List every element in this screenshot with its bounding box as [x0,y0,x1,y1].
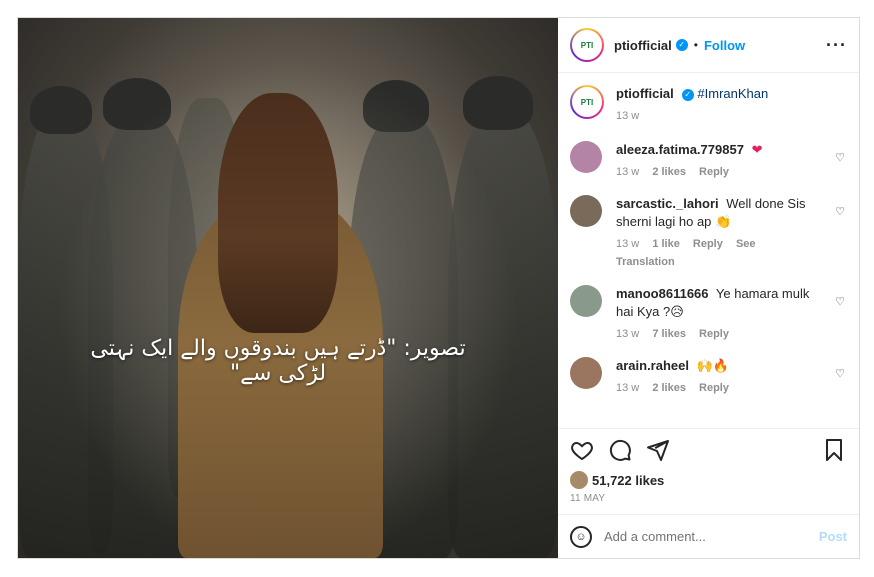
likes-row[interactable]: 51,722 likes [570,471,847,489]
comment-meta: 13 w 2 likes Reply [616,379,816,397]
commenter-avatar[interactable] [570,195,602,227]
caption-body: ptiofficial ✓ #ImranKhan 13 w [616,85,816,125]
commenter-avatar[interactable] [570,285,602,317]
more-horizontal-icon[interactable]: ··· [826,35,847,56]
caption-meta: 13 w [616,107,816,125]
comment-time: 13 w [616,166,640,178]
comments-list[interactable]: PTI ptiofficial ✓ #ImranKhan 13 w aleeza.… [558,73,859,428]
comment-item: manoo8611666 Ye hamara mulk hai Kya ?😥 1… [570,285,847,343]
hashtag-link[interactable]: #ImranKhan [697,86,768,101]
pti-logo-icon: PTI [572,87,602,117]
comment-likes[interactable]: 2 likes [652,382,686,394]
comment-username[interactable]: aleeza.fatima.779857 [616,142,744,157]
comment-like-heart-icon[interactable]: ♡ [835,151,845,164]
likes-count[interactable]: 51,722 likes [592,473,664,488]
comment-body: aleeza.fatima.779857 ❤ 13 w 2 likes Repl… [616,141,816,181]
comment-item: aleeza.fatima.779857 ❤ 13 w 2 likes Repl… [570,141,847,181]
comment-input[interactable] [604,529,819,544]
emoji-icon[interactable]: ☺ [570,525,592,548]
comment-like-heart-icon[interactable]: ♡ [835,295,845,308]
image-overlay-text: تصویر: "ڈرتے ہیں بندوقوں والے ایک نہتی ل… [90,336,466,386]
comment-item: arain.raheel 🙌🔥 13 w 2 likes Reply ♡ [570,357,847,397]
post-comment-button[interactable]: Post [819,529,847,544]
action-icons-row [570,437,847,467]
avatar[interactable]: PTI [570,85,604,119]
add-comment-bar: ☺ Post [558,514,859,558]
liker-avatar [570,471,588,489]
comment-text: 🙌🔥 [696,358,729,373]
comment-body: manoo8611666 Ye hamara mulk hai Kya ?😥 1… [616,285,816,343]
comment-likes[interactable]: 7 likes [652,328,686,340]
commenter-avatar[interactable] [570,357,602,389]
comment-username[interactable]: manoo8611666 [616,286,709,301]
comment-like-heart-icon[interactable]: ♡ [835,367,845,380]
comment-username[interactable]: sarcastic._lahori [616,196,719,211]
comment-body: sarcastic._lahori Well done Sis sherni l… [616,195,816,271]
separator-dot: • [693,38,698,52]
comment-time: 13 w [616,238,640,250]
follow-button[interactable]: Follow [704,38,745,53]
heart-icon[interactable] [570,438,594,466]
pti-logo-icon: PTI [572,30,602,60]
reply-button[interactable]: Reply [693,238,723,250]
reply-button[interactable]: Reply [699,166,729,178]
post-side-panel: PTI ptiofficial ✓ • Follow ··· PTI ptiof… [558,18,859,558]
comment-item: sarcastic._lahori Well done Sis sherni l… [570,195,847,271]
comment-meta: 13 w 2 likes Reply [616,163,816,181]
reply-button[interactable]: Reply [699,382,729,394]
caption: PTI ptiofficial ✓ #ImranKhan 13 w [570,85,847,125]
post-date: 11 MAY [570,493,606,504]
comment-username[interactable]: arain.raheel [616,358,689,373]
comment-body: arain.raheel 🙌🔥 13 w 2 likes Reply [616,357,816,397]
comment-time: 13 w [616,328,640,340]
caption-username[interactable]: ptiofficial [616,86,674,101]
post-image[interactable]: تصویر: "ڈرتے ہیں بندوقوں والے ایک نہتی ل… [18,18,558,558]
comment-meta: 13 w 7 likes Reply [616,325,816,343]
comment-likes[interactable]: 1 like [652,238,680,250]
comment-icon[interactable] [608,438,632,466]
woman-hair [218,93,338,333]
avatar[interactable]: PTI [570,28,604,62]
post-card: تصویر: "ڈرتے ہیں بندوقوں والے ایک نہتی ل… [17,17,860,559]
comment-meta: 13 w 1 like Reply See Translation [616,235,816,271]
post-header: PTI ptiofficial ✓ • Follow ··· [558,18,859,73]
commenter-avatar[interactable] [570,141,602,173]
comment-text: ❤ [751,142,763,157]
caption-time: 13 w [616,110,640,122]
reply-button[interactable]: Reply [699,328,729,340]
comment-like-heart-icon[interactable]: ♡ [835,205,845,218]
verified-badge-icon: ✓ [675,39,688,51]
share-icon[interactable] [646,438,670,466]
comment-time: 13 w [616,382,640,394]
bookmark-icon[interactable] [823,438,845,466]
header-username[interactable]: ptiofficial [614,38,672,53]
comment-likes[interactable]: 2 likes [652,166,686,178]
verified-badge-icon: ✓ [681,88,694,101]
post-actions: 51,722 likes 11 MAY [558,428,859,514]
